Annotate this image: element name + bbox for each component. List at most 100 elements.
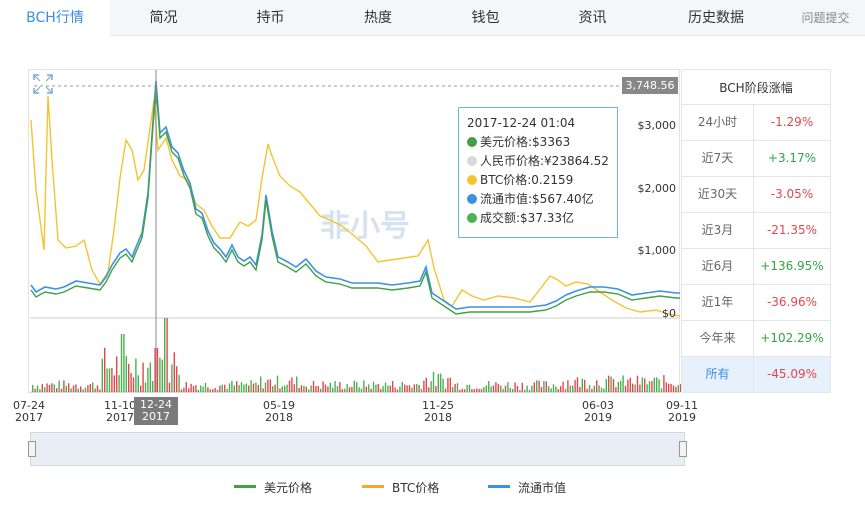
volume-bar (276, 375, 279, 392)
volume-bar (605, 379, 607, 392)
volume-bar (483, 386, 485, 392)
volume-bar (257, 385, 259, 392)
volume-bar (252, 383, 255, 392)
volume-bar (526, 385, 528, 392)
volume-bar (560, 386, 562, 392)
volume-bar (473, 389, 475, 392)
volume-bar (72, 385, 75, 392)
stage-row-ytd[interactable]: 今年来 +102.29% (681, 321, 831, 357)
tooltip-volume: 成交额:$37.33亿 (467, 209, 609, 228)
volume-bar (430, 381, 432, 392)
stage-row-30d[interactable]: 近30天 -3.05% (681, 177, 831, 213)
fullscreen-icon[interactable] (32, 73, 54, 95)
volume-bar (370, 388, 372, 392)
volume-bar (466, 385, 468, 392)
stage-row-3m[interactable]: 近3月 -21.35% (681, 213, 831, 249)
volume-bar (216, 389, 219, 392)
volume-bar (262, 388, 264, 392)
volume-bar (504, 385, 507, 392)
volume-bar (634, 384, 636, 392)
volume-bar (449, 377, 451, 392)
volume-bar (209, 389, 211, 392)
volume-bar (598, 385, 600, 392)
volume-bar (555, 386, 557, 392)
volume-bar (87, 385, 89, 392)
volume-bar (360, 388, 363, 392)
volume-bar (329, 382, 331, 392)
volume-bar (416, 384, 418, 392)
volume-bar (471, 389, 473, 392)
volume-bar (279, 388, 281, 392)
stage-row-all[interactable]: 所有 -45.09% (681, 357, 831, 393)
volume-bar (178, 374, 180, 392)
volume-bar (118, 375, 120, 392)
volume-bar (224, 384, 226, 392)
stage-row-7d[interactable]: 近7天 +3.17% (681, 141, 831, 177)
stage-label: 近7天 (682, 141, 754, 176)
volume-bar (130, 373, 132, 392)
navigator-right-handle[interactable] (679, 441, 687, 457)
volume-bar (231, 380, 233, 392)
legend-usd-price[interactable]: 美元价格 (234, 480, 312, 496)
volume-bar (384, 382, 387, 392)
stage-value: +136.95% (760, 259, 824, 273)
volume-bar (660, 388, 663, 392)
volume-bar (156, 348, 159, 392)
cap-dot-icon (467, 194, 477, 204)
volume-bar (574, 380, 576, 392)
volume-bar (200, 385, 202, 392)
tooltip-time: 2017-12-24 01:04 (467, 116, 576, 130)
volume-bars (32, 318, 682, 392)
range-navigator[interactable] (30, 432, 685, 466)
stage-value: -21.35% (766, 223, 818, 237)
volume-bar (610, 376, 612, 392)
volume-bar (442, 378, 444, 392)
volume-bar (368, 384, 370, 392)
volume-bar (77, 388, 79, 392)
volume-bar (456, 383, 459, 392)
volume-bar (550, 388, 552, 392)
volume-bar (212, 389, 214, 392)
navigator-left-handle[interactable] (28, 441, 36, 457)
volume-bar (596, 380, 598, 392)
volume-bar (644, 378, 646, 392)
volume-bar (358, 387, 360, 392)
volume-bar (500, 385, 502, 392)
volume-bar (672, 385, 675, 392)
volume-bar (420, 389, 423, 392)
stage-row-6m[interactable]: 近6月 +136.95% (681, 249, 831, 285)
legend-line-icon (362, 485, 384, 488)
volume-bar (99, 389, 101, 392)
stage-label: 24小时 (682, 105, 754, 140)
stage-value: -36.96% (766, 295, 818, 309)
legend-market-cap[interactable]: 流通市值 (488, 480, 566, 496)
stage-row-24h[interactable]: 24小时 -1.29% (681, 105, 831, 141)
volume-bar (296, 376, 298, 392)
volume-bar (579, 387, 581, 392)
stage-row-1y[interactable]: 近1年 -36.96% (681, 285, 831, 321)
volume-bar (353, 380, 355, 392)
volume-bar (32, 385, 34, 392)
volume-bar (387, 385, 389, 392)
volume-bar (406, 385, 408, 392)
x-tick-label: 11-25 2018 (422, 399, 454, 424)
volume-bar (245, 383, 247, 392)
stage-value: +3.17% (767, 151, 817, 165)
volume-bar (264, 382, 267, 392)
volume-bar (372, 381, 375, 392)
volume-bar (144, 382, 147, 392)
stage-label: 近6月 (682, 249, 754, 284)
volume-bar (228, 383, 231, 392)
volume-bar (248, 385, 250, 392)
volume-bar (96, 385, 99, 392)
volume-bar (68, 383, 70, 392)
legend-btc-price[interactable]: BTC价格 (362, 480, 439, 496)
volume-bar (562, 381, 564, 392)
volume-bar (423, 380, 425, 392)
volume-bar (478, 388, 480, 392)
volume-bar (648, 381, 651, 392)
volume-bar (113, 375, 115, 392)
volume-bar (540, 387, 543, 392)
volume-bar (173, 352, 175, 392)
volume-bar (435, 386, 437, 392)
